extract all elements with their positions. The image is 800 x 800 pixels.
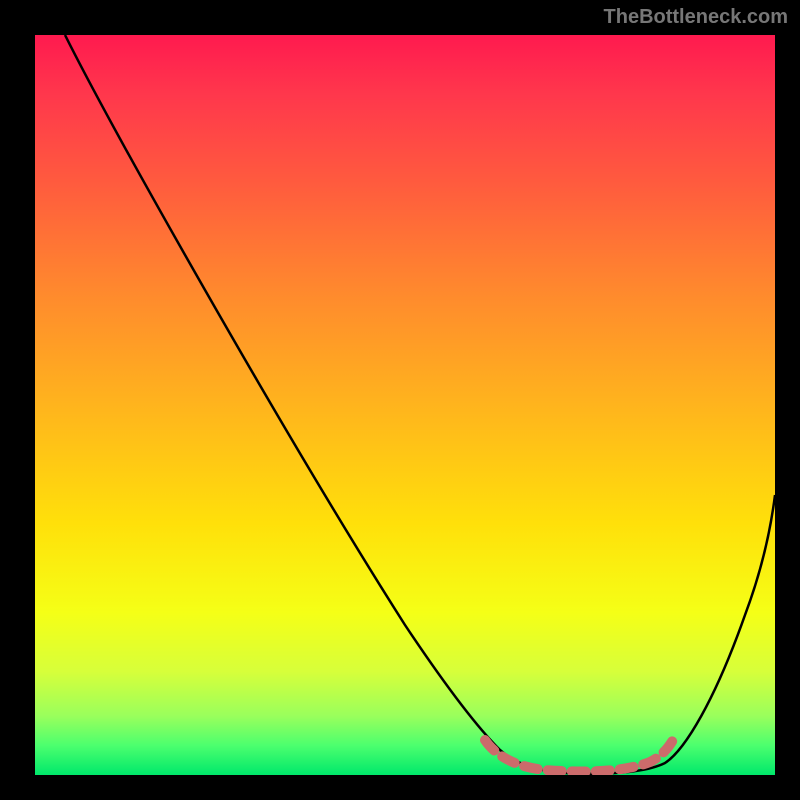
watermark-text: TheBottleneck.com bbox=[604, 6, 788, 29]
plot-area bbox=[35, 35, 775, 775]
chart-container: TheBottleneck.com bbox=[0, 0, 800, 800]
main-curve bbox=[65, 35, 775, 774]
marker-band bbox=[485, 740, 673, 771]
chart-svg bbox=[35, 35, 775, 775]
